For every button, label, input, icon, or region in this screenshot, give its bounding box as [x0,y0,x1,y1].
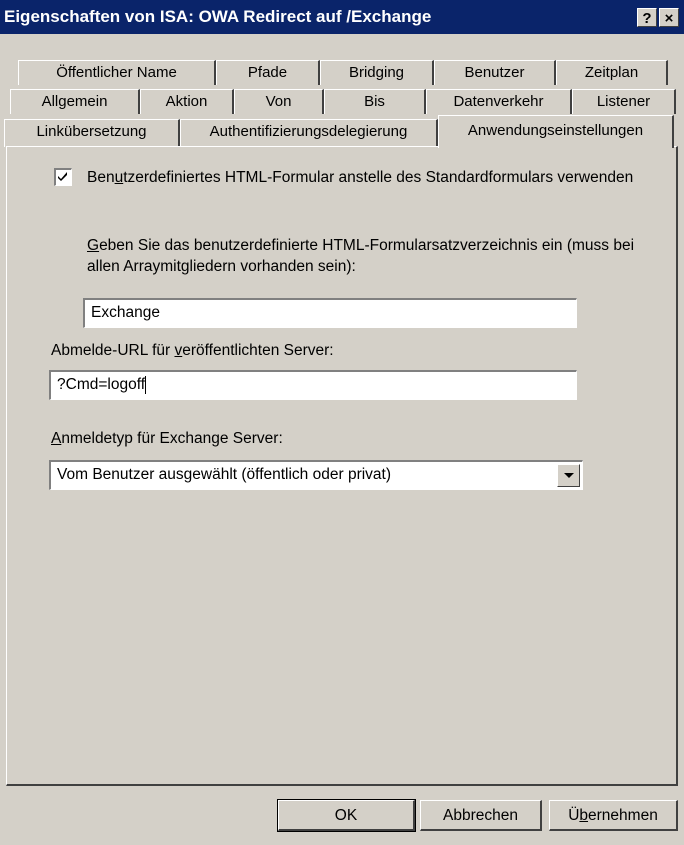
help-icon: ? [642,10,652,27]
tab-bridging[interactable]: Bridging [320,60,434,85]
apply-button[interactable]: Übernehmen [549,800,678,831]
tab-label: Pfade [247,64,288,81]
logoff-url-label: Abmelde-URL für veröffentlichten Server: [51,340,334,361]
label-part: Abmelde-URL für [51,342,175,359]
tab-label: Datenverkehr [453,93,544,110]
close-button[interactable]: × [659,8,679,27]
tab-oeffentlicher-name[interactable]: Öffentlicher Name [18,60,216,85]
tab-label: Authentifizierungsdelegierung [209,123,408,140]
tab-label: Aktion [165,93,208,110]
properties-dialog: Eigenschaften von ISA: OWA Redirect auf … [0,0,684,845]
cancel-button[interactable]: Abbrechen [420,800,542,831]
logon-type-select[interactable]: Vom Benutzer ausgewählt (öffentlich oder… [49,460,583,490]
tab-label: Öffentlicher Name [56,64,177,81]
tab-label: Listener [596,93,651,110]
label-part: u [114,169,124,186]
tab-label: Allgemein [41,93,108,110]
custom-form-label: Benutzerdefiniertes HTML-Formular anstel… [87,167,647,188]
logoff-url-input[interactable]: ?Cmd=logoff [49,370,577,400]
ok-button[interactable]: OK [277,799,416,832]
logoff-url-value: ?Cmd=logoff [57,376,146,393]
logon-type-value: Vom Benutzer ausgewählt (öffentlich oder… [57,466,392,483]
title-bar: Eigenschaften von ISA: OWA Redirect auf … [0,0,684,34]
close-icon: × [664,10,674,27]
tab-linkuebersetzung[interactable]: Linkübersetzung [4,119,180,147]
logon-type-label: Anmeldetyp für Exchange Server: [51,428,283,449]
label-part: eben Sie das benutzerdefinierte HTML-For… [87,237,635,275]
tab-anwendungseinstellungen[interactable]: Anwendungseinstellungen [438,115,674,148]
tab-datenverkehr[interactable]: Datenverkehr [426,89,572,114]
tab-authentifizierungsdelegierung[interactable]: Authentifizierungsdelegierung [180,119,438,147]
window-title: Eigenschaften von ISA: OWA Redirect auf … [4,7,432,26]
tab-benutzer[interactable]: Benutzer [434,60,556,85]
label-part: G [87,237,100,254]
tab-allgemein[interactable]: Allgemein [10,89,140,114]
custom-form-checkbox[interactable] [54,168,72,186]
tab-label: Bis [364,93,385,110]
tab-zeitplan[interactable]: Zeitplan [556,60,668,85]
help-button[interactable]: ? [637,8,657,27]
form-dir-input[interactable]: Exchange [83,298,577,328]
label-part: Ü [568,807,580,824]
tab-aktion[interactable]: Aktion [140,89,234,114]
tab-listener[interactable]: Listener [572,89,676,114]
label-part: A [51,430,62,447]
tab-von[interactable]: Von [234,89,324,114]
tab-label: Benutzer [464,64,525,81]
tab-pfade[interactable]: Pfade [216,60,320,85]
tab-bis[interactable]: Bis [324,89,426,114]
label-part: b [579,807,589,824]
label-part: eröffentlichten Server: [182,342,334,359]
form-dir-label: Geben Sie das benutzerdefinierte HTML-Fo… [87,235,667,277]
tab-label: Bridging [348,64,405,81]
label-part: tzerdefiniertes HTML-Formular anstelle d… [123,169,634,186]
checkmark-icon [58,172,67,181]
tab-label: Linkübersetzung [36,123,147,140]
label-part: Ben [87,169,115,186]
label-part: nmeldetyp für Exchange Server: [61,430,283,447]
tab-label: Von [265,93,292,110]
text-caret [145,375,147,394]
tab-label: Anwendungseinstellungen [467,122,644,139]
tab-label: Zeitplan [584,64,639,81]
chevron-down-icon[interactable] [557,464,580,487]
label-part: ernehmen [588,807,658,824]
